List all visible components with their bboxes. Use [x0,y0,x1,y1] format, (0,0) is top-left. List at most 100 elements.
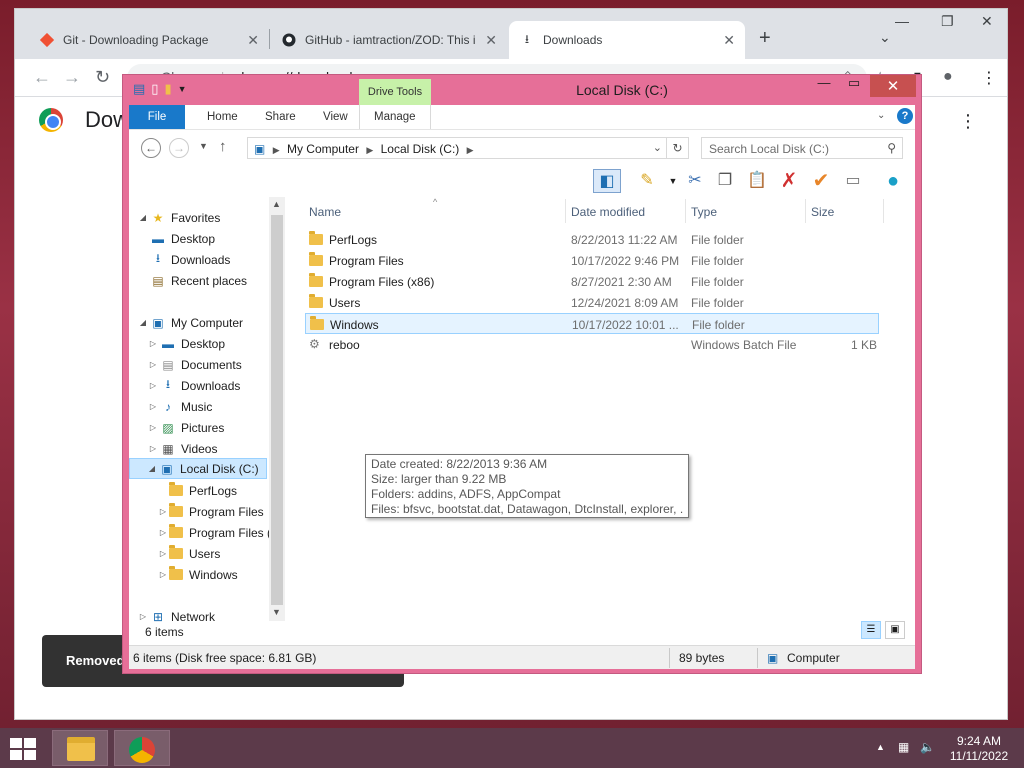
select-icon[interactable]: ✎ [633,169,661,193]
expand-arrow-icon[interactable]: ▷ [157,570,169,579]
system-clock[interactable]: 9:24 AM 11/11/2022 [944,734,1014,764]
back-icon[interactable]: ← [33,67,51,88]
col-name[interactable]: Name [309,205,341,219]
expand-arrow-icon[interactable]: ▷ [147,444,159,453]
expand-arrow-icon[interactable]: ▷ [147,360,159,369]
explorer-maximize-icon[interactable]: ▭ [841,75,867,97]
tab-manage[interactable]: Manage [359,105,431,129]
close-window-icon[interactable]: ✕ [981,13,993,30]
nav-windows[interactable]: ▷ Windows [157,564,238,585]
nav-desktop[interactable]: ▬ Desktop [149,228,215,249]
large-icons-view-icon[interactable]: ▣ [885,621,905,639]
explorer-minimize-icon[interactable]: — [811,75,837,97]
scroll-down-icon[interactable]: ▼ [272,607,281,617]
expand-arrow-icon[interactable]: ▷ [137,612,149,621]
collapse-arrow-icon[interactable]: ◢ [146,464,158,473]
network-tray-icon[interactable]: ▦ [898,740,909,754]
table-row[interactable]: ⚙ reboo Windows Batch File 1 KB [305,334,879,355]
profile-avatar-icon[interactable]: ● [943,68,953,86]
details-view-icon[interactable]: ☰ [861,621,881,639]
recent-locations-icon[interactable]: ▼ [199,141,208,151]
more-actions-icon[interactable]: ⋮ [959,111,977,132]
delete-icon[interactable]: ✗ [775,169,803,193]
rename-icon[interactable]: ▭ [839,169,867,193]
nav-users[interactable]: ▷ Users [157,543,220,564]
tab-view[interactable]: View [309,105,362,129]
col-date-modified[interactable]: Date modified [571,205,645,219]
menu-kebab-icon[interactable]: ⋮ [981,68,997,88]
col-size[interactable]: Size [811,205,834,219]
address-field[interactable]: ▣ ▶ My Computer ▶ Local Disk (C:) ▶ ⌄ [247,137,667,159]
chrome-taskbar-button[interactable] [114,730,170,766]
expand-ribbon-icon[interactable]: ⌄ [877,110,885,121]
preview-pane-icon[interactable]: ◧ [593,169,621,193]
explorer-close-icon[interactable]: ✕ [870,75,916,97]
windows-start-icon[interactable] [10,738,38,760]
refresh-icon[interactable]: ↻ [667,137,689,159]
expand-arrow-icon[interactable]: ▷ [147,402,159,411]
expand-arrow-icon[interactable]: ▷ [147,423,159,432]
tab-search-icon[interactable]: ⌄ [879,29,891,46]
new-tab-button[interactable]: + [759,27,771,50]
table-row[interactable]: Program Files 10/17/2022 9:46 PM File fo… [305,250,879,271]
table-row[interactable]: PerfLogs 8/22/2013 11:22 AM File folder [305,229,879,250]
nav-scrollbar[interactable]: ▲ ▼ [269,197,285,621]
table-row[interactable]: Windows 10/17/2022 10:01 ... File folder [305,313,879,334]
nav-program-files-x86[interactable]: ▷ Program Files ( [157,522,271,543]
expand-arrow-icon[interactable]: ▷ [157,549,169,558]
expand-arrow-icon[interactable]: ▷ [147,381,159,390]
breadcrumb-local-disk[interactable]: Local Disk (C:) [381,142,460,156]
expand-arrow-icon[interactable]: ▷ [147,339,159,348]
volume-icon[interactable]: 🔈 [920,740,935,754]
close-tab-icon[interactable]: ✕ [723,32,735,49]
col-type[interactable]: Type [691,205,717,219]
nav-music[interactable]: ▷ ♪ Music [147,396,212,417]
forward-icon[interactable]: → [169,138,189,158]
check-icon[interactable]: ✔ [807,169,835,193]
nav-pictures[interactable]: ▷ ▨ Pictures [147,417,224,438]
show-hidden-icons-icon[interactable]: ▲ [876,742,885,752]
close-tab-icon[interactable]: ✕ [247,32,259,49]
nav-network[interactable]: ▷ ⊞ Network [137,606,215,627]
collapse-arrow-icon[interactable]: ◢ [137,213,149,222]
scroll-up-icon[interactable]: ▲ [272,199,281,209]
tab-home[interactable]: Home [193,105,252,129]
reload-icon[interactable]: ↻ [95,67,110,88]
nav-pc-downloads[interactable]: ▷ ⭳ Downloads [147,375,240,396]
nav-documents[interactable]: ▷ ▤ Documents [147,354,242,375]
file-explorer-taskbar-button[interactable] [52,730,108,766]
help-icon[interactable]: ? [897,108,913,124]
tab-share[interactable]: Share [251,105,310,129]
globe-icon[interactable]: ● [879,169,907,193]
cut-icon[interactable]: ✂ [681,169,709,193]
nav-pc-desktop[interactable]: ▷ ▬ Desktop [147,333,225,354]
expand-arrow-icon[interactable]: ▷ [157,507,169,516]
tab-downloads[interactable]: ⭳ Downloads ✕ [509,21,745,59]
breadcrumb-my-computer[interactable]: My Computer [287,142,359,156]
nav-favorites[interactable]: ◢ ★ Favorites [137,207,220,228]
nav-downloads[interactable]: ⭳ Downloads [149,249,230,270]
expand-arrow-icon[interactable]: ▷ [157,528,169,537]
nav-perflogs[interactable]: PerfLogs [169,480,237,501]
back-icon[interactable]: ← [141,138,161,158]
forward-icon[interactable]: → [63,67,81,88]
close-tab-icon[interactable]: ✕ [485,32,497,49]
search-input[interactable]: Search Local Disk (C:) ⚲ [701,137,903,159]
up-icon[interactable]: ↑ [219,138,227,155]
address-dropdown-icon[interactable]: ⌄ [653,141,662,154]
nav-local-disk[interactable]: ◢ ▣ Local Disk (C:) [129,458,267,479]
nav-videos[interactable]: ▷ ▦ Videos [147,438,218,459]
tab-file[interactable]: File [129,105,185,129]
nav-program-files[interactable]: ▷ Program Files [157,501,264,522]
collapse-arrow-icon[interactable]: ◢ [137,318,149,327]
restore-icon[interactable]: ❐ [941,13,954,30]
table-row[interactable]: Users 12/24/2021 8:09 AM File folder [305,292,879,313]
scroll-thumb[interactable] [271,215,283,605]
paste-icon[interactable]: 📋 [743,169,771,193]
nav-my-computer[interactable]: ◢ ▣ My Computer [137,312,243,333]
minimize-icon[interactable]: — [895,13,909,29]
copy-icon[interactable]: ❐ [711,169,739,193]
table-row[interactable]: Program Files (x86) 8/27/2021 2:30 AM Fi… [305,271,879,292]
tab-git[interactable]: Git - Downloading Package ✕ [29,21,270,59]
nav-recent-places[interactable]: ▤ Recent places [149,270,247,291]
